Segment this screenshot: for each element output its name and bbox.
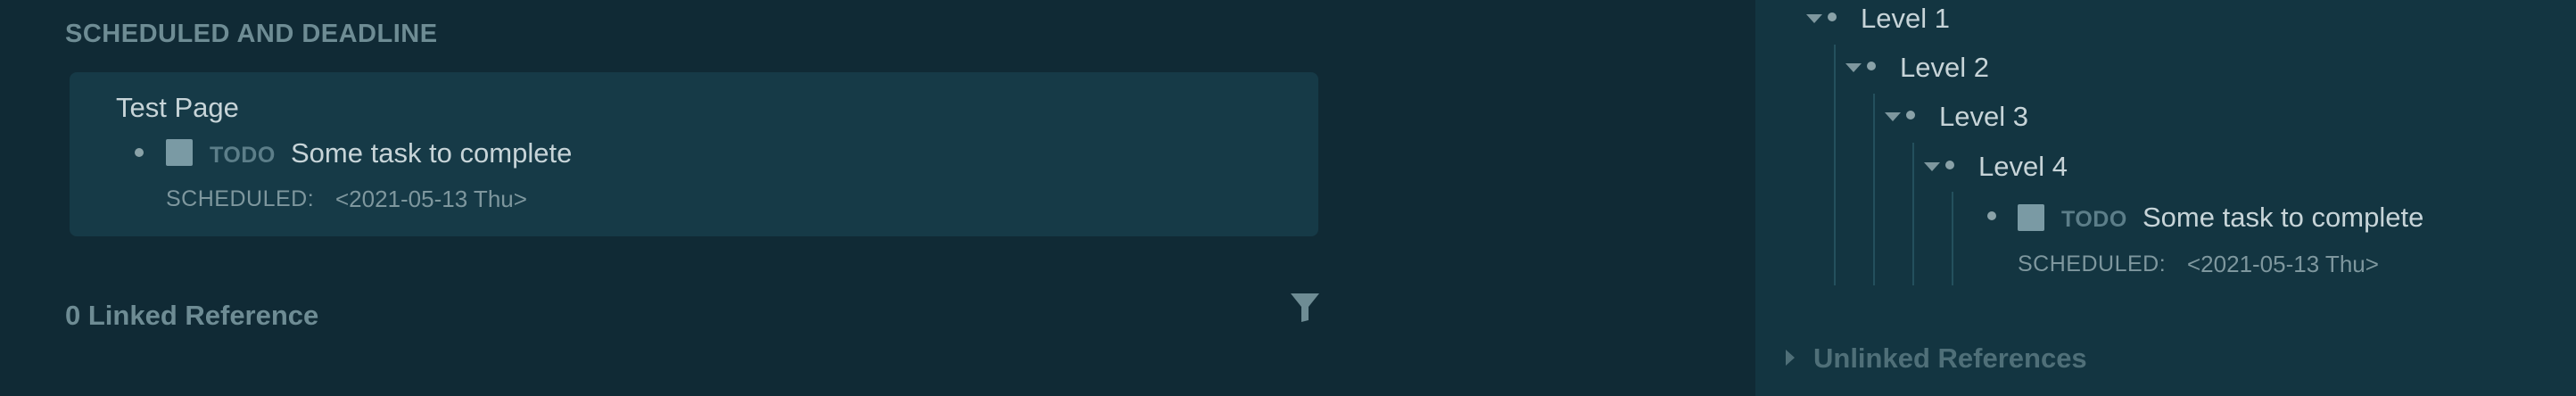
scheduled-date[interactable]: <2021-05-13 Thu> [2187,251,2379,278]
level-2-label[interactable]: Level 2 [1900,52,1989,84]
level-1-label[interactable]: Level 1 [1861,3,1950,35]
linked-references-heading: 0 Linked Reference [65,300,319,331]
todo-marker[interactable]: TODO [2061,207,2127,233]
expand-caret-icon[interactable] [1786,350,1795,366]
main-panel: SCHEDULED AND DEADLINE Test Page TODO So… [0,0,1755,396]
tree-guide-line [1952,192,1953,285]
scheduled-card: Test Page TODO Some task to complete SCH… [70,72,1318,236]
tree-guide-line [1912,143,1914,285]
tree-guide-line [1873,94,1875,285]
collapse-caret-icon[interactable] [1806,14,1822,23]
task-text[interactable]: Some task to complete [291,137,572,169]
block-bullet[interactable] [1945,161,1954,169]
page-title-link[interactable]: Test Page [116,92,239,124]
scheduled-date[interactable]: <2021-05-13 Thu> [335,186,527,213]
todo-marker[interactable]: TODO [210,143,276,169]
task-checkbox[interactable] [2018,204,2044,231]
tree-guide-line [1834,45,1836,285]
scheduled-label: SCHEDULED: [166,186,315,211]
collapse-caret-icon[interactable] [1924,162,1940,171]
unlinked-references-heading[interactable]: Unlinked References [1813,342,2087,375]
level-4-label[interactable]: Level 4 [1978,151,2068,183]
collapse-caret-icon[interactable] [1885,112,1901,121]
section-title: SCHEDULED AND DEADLINE [65,20,438,48]
block-bullet[interactable] [1987,211,1996,220]
collapse-caret-icon[interactable] [1845,63,1862,72]
filter-icon[interactable] [1289,292,1321,324]
block-bullet[interactable] [135,148,144,157]
scheduled-label: SCHEDULED: [2018,252,2167,276]
block-bullet[interactable] [1906,111,1915,120]
block-bullet[interactable] [1867,62,1876,70]
task-checkbox[interactable] [166,139,193,166]
task-text[interactable]: Some task to complete [2143,202,2423,234]
block-bullet[interactable] [1828,12,1837,21]
level-3-label[interactable]: Level 3 [1939,101,2028,133]
sidebar-panel: Level 1 Level 2 Level 3 Level 4 TODO Som… [1755,0,2576,396]
